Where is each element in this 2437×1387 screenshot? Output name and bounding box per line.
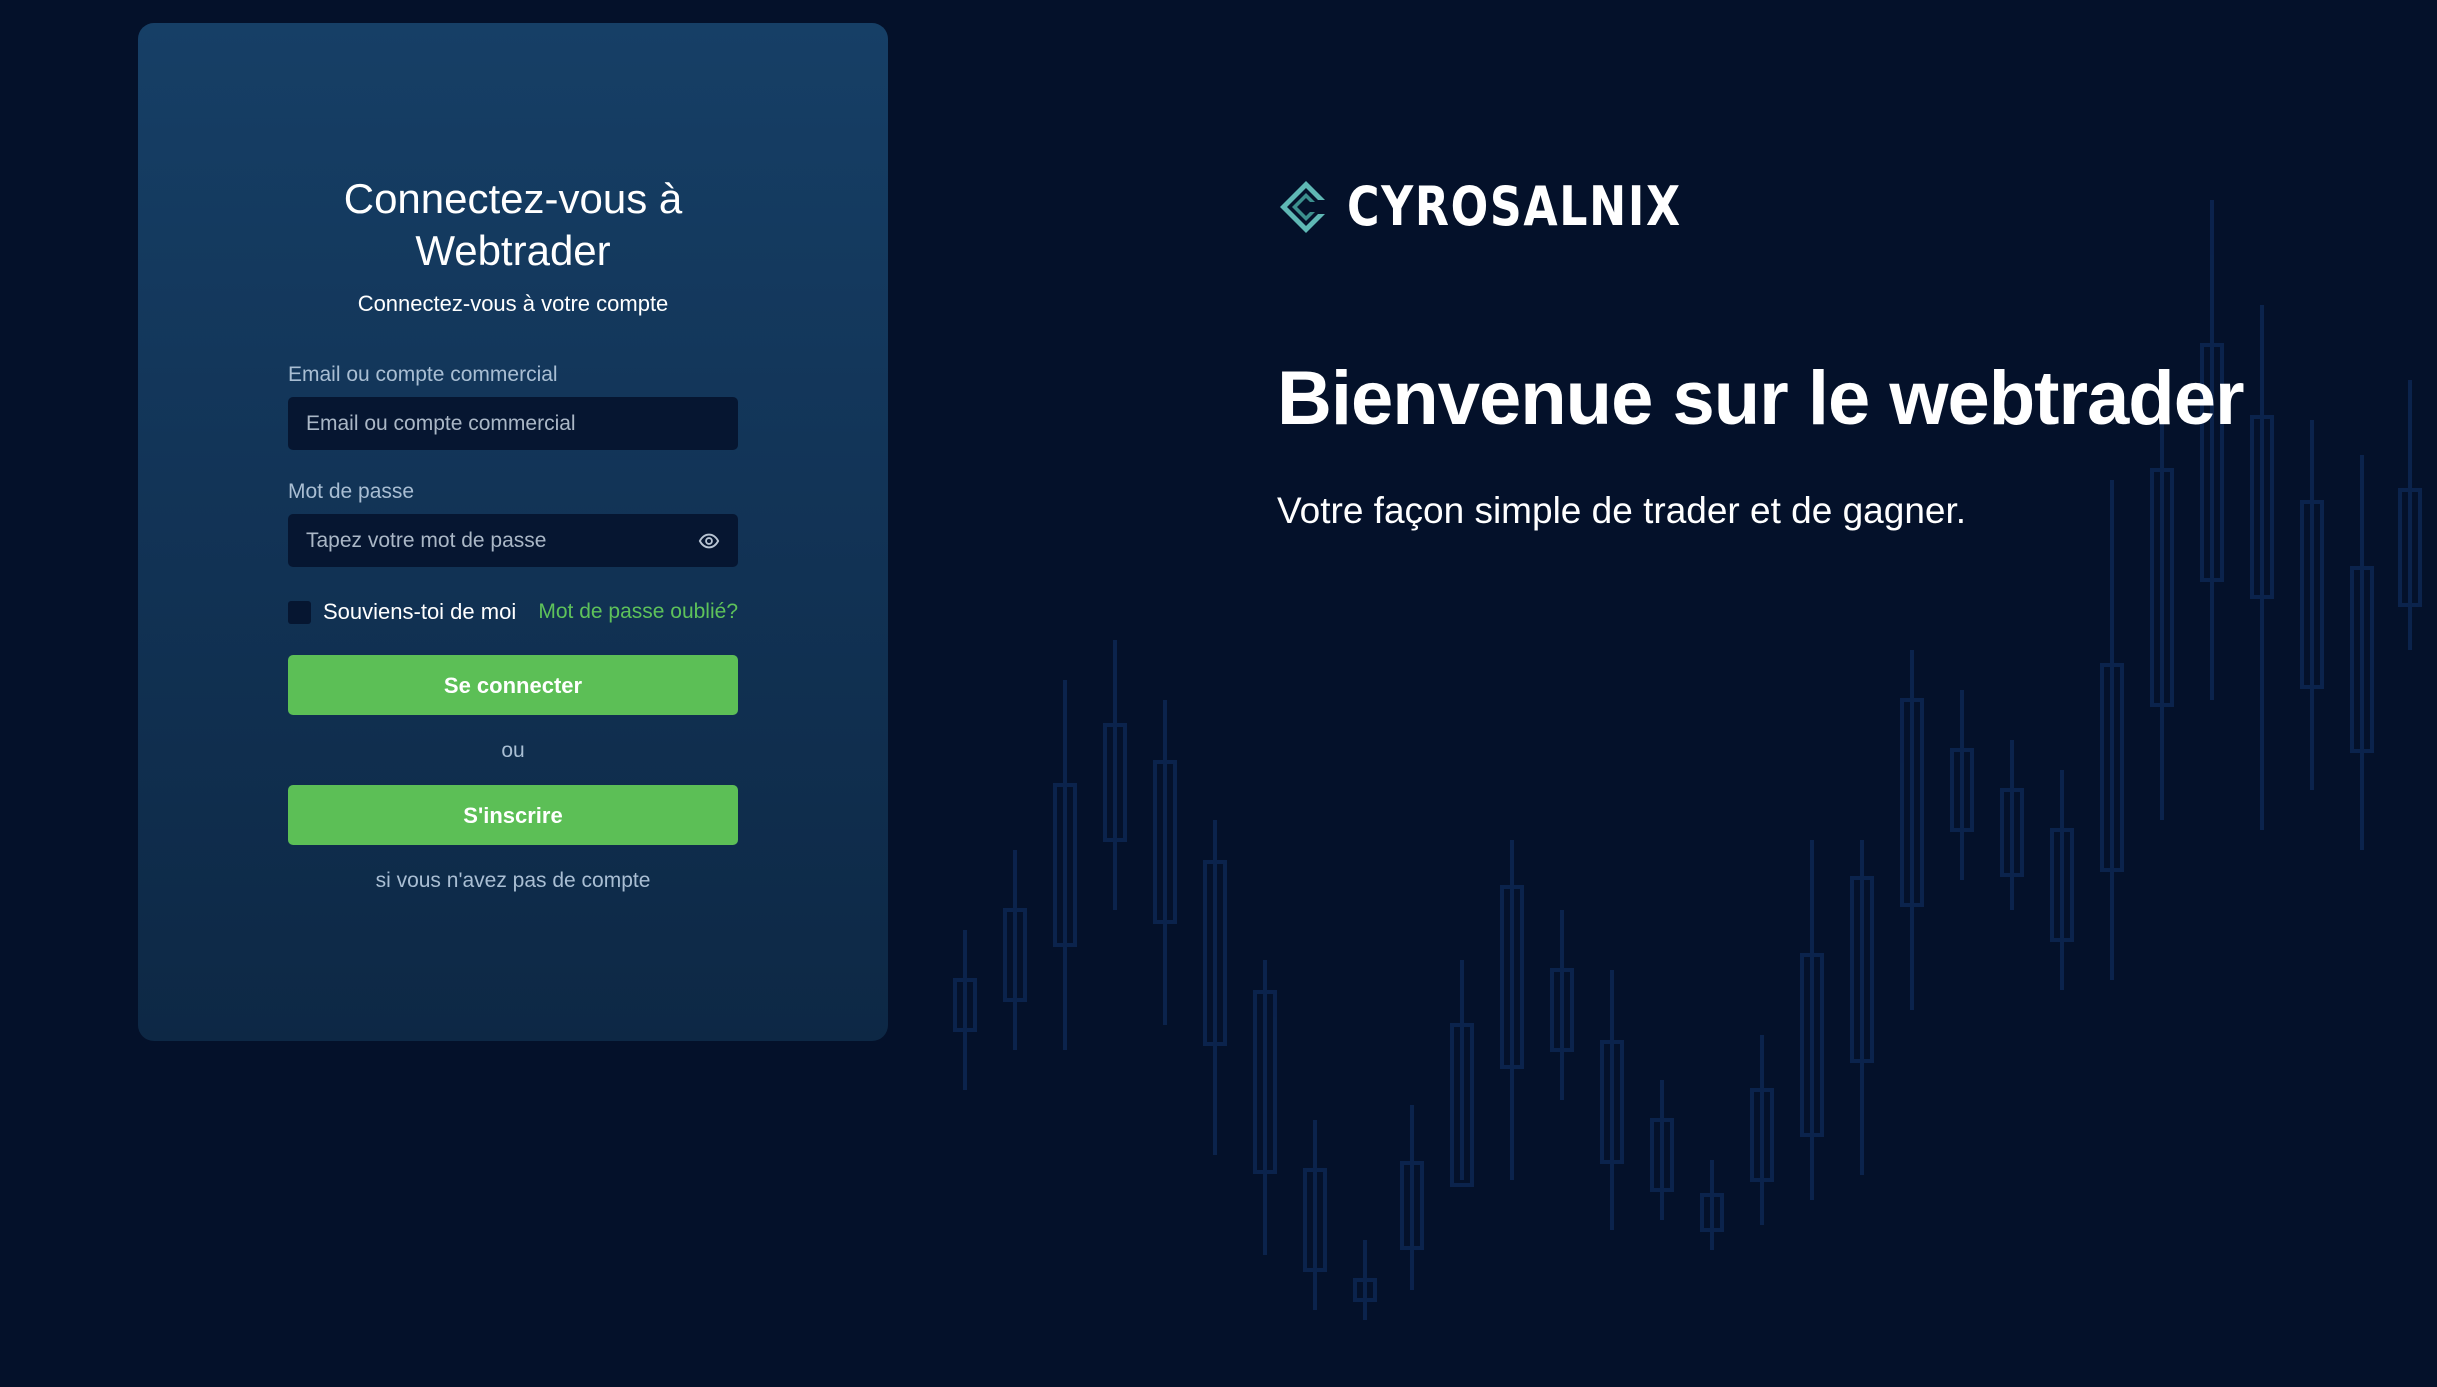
- remember-label[interactable]: Souviens-toi de moi: [323, 599, 516, 625]
- email-field-wrapper: [288, 397, 738, 450]
- email-label: Email ou compte commercial: [288, 363, 558, 386]
- password-label: Mot de passe: [288, 480, 415, 503]
- password-field[interactable]: [306, 528, 720, 553]
- login-title: Connectez-vous à Webtrader: [288, 173, 738, 277]
- register-button[interactable]: S'inscrire: [288, 785, 738, 845]
- login-button[interactable]: Se connecter: [288, 655, 738, 715]
- email-field[interactable]: [306, 411, 720, 436]
- eye-icon[interactable]: [698, 530, 720, 552]
- or-divider: ou: [501, 739, 525, 762]
- password-field-wrapper: [288, 514, 738, 567]
- register-hint: si vous n'avez pas de compte: [375, 869, 651, 892]
- logo-icon: [1280, 180, 1325, 233]
- remember-checkbox[interactable]: [288, 600, 311, 624]
- brand-name: CYROSALNIX: [1347, 175, 1682, 238]
- login-subtitle: Connectez-vous à votre compte: [357, 291, 669, 316]
- brand-logo: CYROSALNIX: [1277, 175, 1755, 238]
- welcome-tagline: Votre façon simple de trader et de gagne…: [1277, 490, 1967, 531]
- hero-section: CYROSALNIX Bienvenue sur le webtrader Vo…: [1277, 175, 2245, 531]
- login-title-line2: Webtrader: [415, 227, 611, 274]
- login-title-line1: Connectez-vous à: [343, 175, 683, 222]
- login-form: Connectez-vous à Webtrader Connectez-vou…: [288, 173, 738, 893]
- forgot-password-link[interactable]: Mot de passe oublié?: [538, 600, 738, 624]
- login-panel: Connectez-vous à Webtrader Connectez-vou…: [138, 23, 888, 1041]
- remember-me[interactable]: Souviens-toi de moi: [288, 599, 516, 625]
- welcome-headline: Bienvenue sur le webtrader: [1277, 356, 2245, 441]
- remember-row: Souviens-toi de moi Mot de passe oublié?: [288, 599, 738, 625]
